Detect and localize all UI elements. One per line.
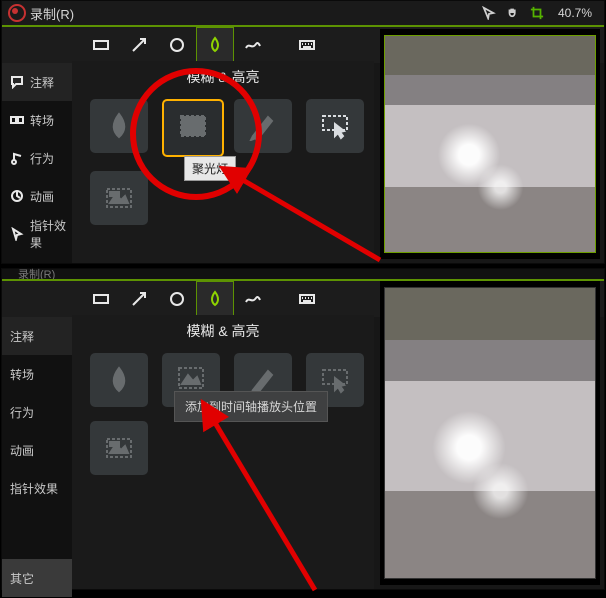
titlebar: 录制(R) 40.7% [2, 1, 604, 25]
effect-blur[interactable] [90, 353, 148, 407]
sketch-tool-icon[interactable] [234, 27, 272, 63]
keyboard-tool-icon[interactable] [288, 281, 326, 317]
titlebar-remnant: 录制(R) [2, 269, 604, 279]
preview-pane [380, 29, 600, 259]
effect-highlight[interactable] [234, 99, 292, 153]
sketch-tool-icon[interactable] [234, 281, 272, 317]
record-icon [8, 4, 26, 22]
sidebar-item-animations[interactable]: 动画 [2, 431, 72, 469]
sidebar-item-annotations[interactable]: 注释 [2, 317, 72, 355]
transitions-icon [10, 113, 24, 127]
sidebar-item-behaviors[interactable]: 行为 [2, 393, 72, 431]
sidebar-item-label: 注释 [30, 74, 54, 91]
section-title: 模糊 & 高亮 [72, 61, 374, 93]
blur-highlight-tool-icon[interactable] [196, 281, 234, 317]
sidebar-item-animations[interactable]: 动画 [2, 177, 72, 215]
sidebar: 媒体 注释 转场 行为 动画 指针效果 其它 [2, 279, 73, 589]
sidebar-item-other[interactable]: 其它 [2, 559, 72, 597]
effect-pixelate[interactable] [90, 171, 148, 225]
sidebar-item-transitions[interactable]: 转场 [2, 355, 72, 393]
effects-panel: 模糊 & 高亮 [72, 315, 374, 589]
effect-add-tooltip: 添加到时间轴播放头位置 [174, 391, 328, 422]
sidebar-item-behaviors[interactable]: 行为 [2, 139, 72, 177]
preview-pane [380, 281, 600, 585]
blur-highlight-tool-icon[interactable] [196, 27, 234, 63]
sidebar-item-transitions[interactable]: 转场 [2, 101, 72, 139]
toolbar-right: 40.7% [480, 1, 598, 25]
app-title: 录制(R) [30, 4, 74, 23]
effect-blur[interactable] [90, 99, 148, 153]
sidebar-item-annotations[interactable]: 注释 [2, 63, 72, 101]
keyboard-tool-icon[interactable] [288, 27, 326, 63]
pointer-icon[interactable] [480, 4, 498, 22]
annotation-icon [10, 75, 24, 89]
preview-image[interactable] [384, 35, 596, 253]
preview-image[interactable] [384, 287, 596, 579]
sidebar-item-label: 指针效果 [10, 480, 58, 497]
sidebar-item-cursor-effects[interactable]: 指针效果 [2, 469, 72, 507]
crop-icon[interactable] [528, 4, 546, 22]
effect-spotlight[interactable] [162, 99, 224, 157]
shape-tool-icon[interactable] [158, 27, 196, 63]
sidebar-item-cursor-effects[interactable]: 指针效果 [2, 215, 72, 253]
sidebar-item-label: 注释 [10, 328, 34, 345]
arrow-tool-icon[interactable] [120, 27, 158, 63]
sidebar-item-label: 转场 [10, 366, 34, 383]
sidebar-item-label: 行为 [10, 404, 34, 421]
sidebar-item-label: 其它 [10, 570, 34, 587]
section-title: 模糊 & 高亮 [72, 315, 374, 347]
sidebar-item-label: 动画 [10, 442, 34, 459]
hand-icon[interactable] [504, 4, 522, 22]
callout-tool-icon[interactable] [82, 27, 120, 63]
sidebar-item-label: 指针效果 [30, 217, 72, 251]
sidebar-item-label: 行为 [30, 150, 54, 167]
effect-pixelate[interactable] [90, 421, 148, 475]
arrow-tool-icon[interactable] [120, 281, 158, 317]
animations-icon [10, 189, 24, 203]
shape-tool-icon[interactable] [158, 281, 196, 317]
effect-tooltip: 聚光灯 [184, 156, 236, 181]
zoom-level[interactable]: 40.7% [552, 4, 598, 22]
cursor-icon [10, 227, 24, 241]
effect-interactive-hotspot[interactable] [306, 99, 364, 153]
callout-tool-icon[interactable] [82, 281, 120, 317]
behaviors-icon [10, 151, 24, 165]
sidebar-item-label: 动画 [30, 188, 54, 205]
sidebar-item-label: 转场 [30, 112, 54, 129]
